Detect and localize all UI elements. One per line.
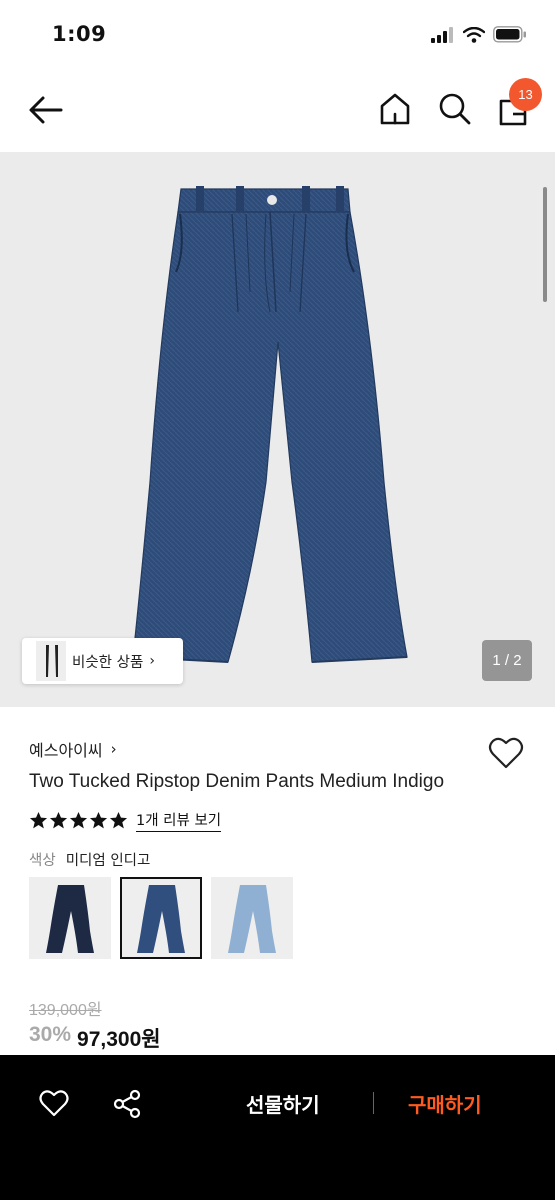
image-pager: 1 / 2 bbox=[482, 640, 532, 681]
share-button[interactable] bbox=[111, 1088, 143, 1120]
color-value: 미디엄 인디고 bbox=[65, 853, 151, 869]
product-image-gallery[interactable]: 비슷한 상품 › 1 / 2 bbox=[0, 152, 555, 707]
rating-row: 1개 리뷰 보기 bbox=[29, 809, 222, 832]
arrow-left-icon bbox=[29, 96, 63, 124]
heart-icon bbox=[488, 737, 524, 769]
status-bar: 1:09 bbox=[0, 0, 555, 70]
back-button[interactable] bbox=[28, 92, 64, 128]
star-icon bbox=[29, 811, 48, 829]
pants-thumbnail bbox=[46, 885, 94, 953]
star-rating bbox=[29, 811, 128, 830]
wifi-icon bbox=[463, 26, 485, 43]
search-icon bbox=[439, 93, 471, 125]
star-icon bbox=[49, 811, 68, 829]
buy-button[interactable]: 구매하기 bbox=[408, 1089, 482, 1118]
product-title: Two Tucked Ripstop Denim Pants Medium In… bbox=[29, 771, 445, 792]
similar-products-label: 비슷한 상품 bbox=[72, 654, 144, 671]
star-icon bbox=[109, 811, 128, 829]
status-icons bbox=[431, 26, 527, 43]
home-button[interactable] bbox=[376, 90, 414, 128]
pants-thumbnail bbox=[228, 885, 276, 953]
color-swatches bbox=[29, 877, 293, 959]
signal-icon bbox=[431, 26, 453, 43]
chevron-right-icon: › bbox=[149, 653, 155, 669]
button-divider bbox=[373, 1092, 374, 1114]
star-icon bbox=[89, 811, 108, 829]
image-scroll-indicator bbox=[543, 187, 547, 302]
similar-products-button[interactable]: 비슷한 상품 › bbox=[22, 638, 183, 684]
wishlist-button[interactable] bbox=[488, 736, 524, 770]
color-label: 색상 bbox=[29, 853, 56, 869]
review-link[interactable]: 1개 리뷰 보기 bbox=[136, 809, 222, 832]
cart-count-badge: 13 bbox=[509, 78, 542, 111]
chevron-right-icon: › bbox=[110, 740, 117, 758]
bottom-wishlist-button[interactable] bbox=[38, 1088, 70, 1120]
color-swatch-light-blue[interactable] bbox=[211, 877, 293, 959]
battery-icon bbox=[493, 26, 526, 43]
color-swatch-dark-indigo[interactable] bbox=[29, 877, 111, 959]
share-icon bbox=[113, 1089, 141, 1119]
color-swatch-medium-indigo[interactable] bbox=[120, 877, 202, 959]
brand-link[interactable]: 예스아이씨 › bbox=[29, 737, 117, 761]
star-icon bbox=[69, 811, 88, 829]
status-time: 1:09 bbox=[52, 22, 107, 46]
pants-thumbnail bbox=[137, 885, 185, 953]
product-image bbox=[132, 186, 408, 663]
top-nav: 13 bbox=[0, 70, 555, 152]
original-price: 139,000원 bbox=[29, 1002, 102, 1019]
search-button[interactable] bbox=[436, 90, 474, 128]
sale-price: 97,300원 bbox=[77, 1028, 161, 1051]
discount-rate: 30% bbox=[29, 1023, 72, 1046]
color-option-row: 색상 미디엄 인디고 bbox=[29, 849, 150, 870]
heart-icon bbox=[39, 1090, 69, 1117]
gift-button[interactable]: 선물하기 bbox=[246, 1089, 320, 1118]
price-row: 30% 97,300원 bbox=[29, 1023, 161, 1053]
home-icon bbox=[380, 93, 410, 125]
brand-name: 예스아이씨 bbox=[29, 741, 103, 760]
bottom-action-bar: 선물하기 구매하기 bbox=[0, 1055, 555, 1200]
